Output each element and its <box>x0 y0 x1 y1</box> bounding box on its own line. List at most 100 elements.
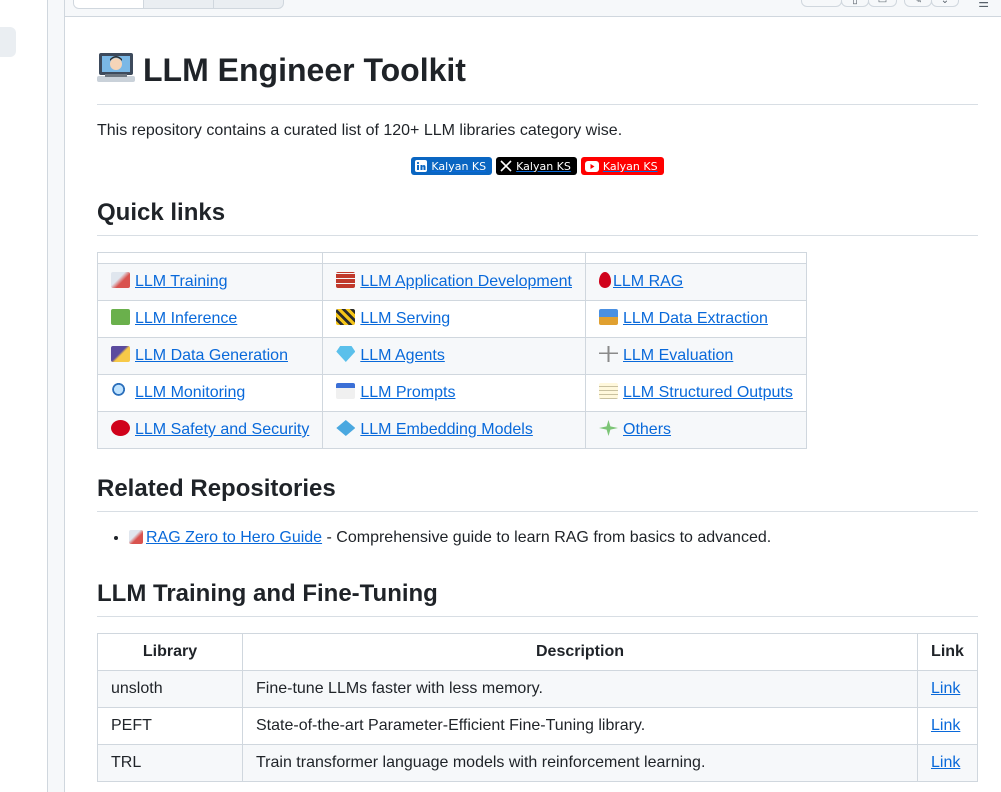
sparkle-icon <box>599 420 618 436</box>
library-link-cell: Link <box>917 707 978 745</box>
diamond-dot-icon <box>336 420 356 436</box>
link-llm-application-development[interactable]: LLM Application Development <box>336 272 572 290</box>
link-llm-evaluation[interactable]: LLM Evaluation <box>599 346 733 364</box>
social-badges: Kalyan KS Kalyan KS Kalyan KS <box>97 157 978 175</box>
table-cell: LLM Training <box>96 263 324 301</box>
table-row: LLM Data Generation LLM Agents LLM Evalu… <box>96 337 807 375</box>
link-llm-monitoring[interactable]: LLM Monitoring <box>111 383 246 401</box>
view-mode-toggle <box>73 0 284 9</box>
library-link[interactable]: Link <box>931 754 960 771</box>
table-cell: LLM Serving <box>322 300 586 338</box>
link-label: LLM Serving <box>360 310 451 327</box>
x-badge[interactable]: Kalyan KS <box>496 157 577 175</box>
table-row: PEFT State-of-the-art Parameter-Efficien… <box>97 707 978 745</box>
shooting-star-icon <box>111 346 130 362</box>
x-badge-label: Kalyan KS <box>516 159 571 173</box>
link-llm-inference[interactable]: LLM Inference <box>111 309 237 327</box>
link-label: LLM RAG <box>613 273 684 290</box>
related-list: RAG Zero to Hero Guide - Comprehensive g… <box>97 526 978 550</box>
link-llm-prompts[interactable]: LLM Prompts <box>336 383 456 401</box>
link-llm-safety-and-security[interactable]: LLM Safety and Security <box>111 420 310 438</box>
table-cell: LLM Agents <box>322 337 586 375</box>
table-row: LLM Inference LLM Serving LLM Data Extra… <box>96 300 807 338</box>
youtube-icon <box>584 160 599 172</box>
table-cell: LLM RAG <box>585 263 807 301</box>
table-cell: LLM Safety and Security <box>96 411 324 449</box>
file-toolbar: ▯ ▭ ✎ ⌄ ☰ <box>65 0 1001 17</box>
youtube-badge-label: Kalyan KS <box>602 159 658 173</box>
green-square-icon <box>111 309 130 325</box>
table-cell: LLM Data Generation <box>96 337 324 375</box>
link-label: LLM Data Extraction <box>623 310 768 327</box>
copy-icon[interactable]: ▯ <box>841 0 869 7</box>
library-description: Train transformer language models with r… <box>242 744 918 782</box>
youtube-badge[interactable]: Kalyan KS <box>580 157 664 175</box>
library-description: State-of-the-art Parameter-Efficient Fin… <box>242 707 918 745</box>
column-header-description: Description <box>242 633 918 671</box>
header-cell <box>585 252 807 264</box>
memo-icon <box>599 383 618 399</box>
link-label: Others <box>623 421 672 438</box>
calendar-icon <box>336 383 356 399</box>
preview-tab[interactable] <box>74 0 144 8</box>
quick-links-table: LLM Training LLM Application Development… <box>96 252 807 449</box>
rag-zero-to-hero-link[interactable]: RAG Zero to Hero Guide <box>146 529 322 546</box>
library-link[interactable]: Link <box>931 680 960 697</box>
training-libraries-table: Library Description Link unsloth Fine-tu… <box>97 633 978 782</box>
blame-tab[interactable] <box>214 0 283 8</box>
link-label: LLM Safety and Security <box>135 421 310 438</box>
training-heading: LLM Training and Fine-Tuning <box>97 576 978 617</box>
download-icon[interactable]: ▭ <box>868 0 897 7</box>
quick-links-header-row <box>96 252 807 264</box>
code-tab[interactable] <box>144 0 214 8</box>
link-label: LLM Monitoring <box>135 384 246 401</box>
library-link[interactable]: Link <box>931 717 960 734</box>
construction-icon <box>336 309 356 325</box>
library-name: TRL <box>97 744 243 782</box>
link-llm-training[interactable]: LLM Training <box>111 272 228 290</box>
table-row: LLM Safety and Security LLM Embedding Mo… <box>96 411 807 449</box>
link-llm-data-extraction[interactable]: LLM Data Extraction <box>599 309 768 327</box>
link-llm-agents[interactable]: LLM Agents <box>336 346 445 364</box>
outline-icon[interactable]: ☰ <box>978 0 989 10</box>
sidebar-toggle[interactable] <box>0 27 16 57</box>
table-cell: LLM Prompts <box>322 374 586 412</box>
linkedin-badge-label: Kalyan KS <box>431 159 487 173</box>
link-others[interactable]: Others <box>599 420 672 438</box>
link-label: LLM Training <box>135 273 228 290</box>
intro-text: This repository contains a curated list … <box>97 122 623 139</box>
library-description: Fine-tune LLMs faster with less memory. <box>242 670 918 708</box>
technologist-icon <box>97 53 135 82</box>
table-cell: LLM Structured Outputs <box>585 374 807 412</box>
table-cell: LLM Evaluation <box>585 337 807 375</box>
edit-icon[interactable]: ✎ <box>904 0 932 7</box>
table-header-row: Library Description Link <box>97 633 978 671</box>
related-description: - Comprehensive guide to learn RAG from … <box>322 529 772 546</box>
page-title: LLM Engineer Toolkit <box>97 44 978 105</box>
table-cell: LLM Inference <box>96 300 324 338</box>
raw-button[interactable] <box>801 0 842 7</box>
page-title-text: LLM Engineer Toolkit <box>143 52 466 88</box>
linkedin-badge[interactable]: Kalyan KS <box>411 157 493 175</box>
table-row: LLM Training LLM Application Development… <box>96 263 807 301</box>
related-repositories-heading: Related Repositories <box>97 471 978 512</box>
balance-scale-icon <box>599 346 618 362</box>
link-llm-data-generation[interactable]: LLM Data Generation <box>111 346 288 364</box>
link-llm-embedding-models[interactable]: LLM Embedding Models <box>336 420 533 438</box>
link-label: LLM Application Development <box>360 273 572 290</box>
linkedin-icon <box>415 160 428 172</box>
header-cell <box>96 252 324 264</box>
quick-links-heading: Quick links <box>97 195 978 236</box>
link-label: LLM Prompts <box>360 384 456 401</box>
gem-icon <box>336 346 356 362</box>
link-llm-rag[interactable]: LLM RAG <box>599 272 684 290</box>
link-label: LLM Embedding Models <box>360 421 533 438</box>
table-cell: LLM Application Development <box>322 263 586 301</box>
link-llm-serving[interactable]: LLM Serving <box>336 309 451 327</box>
column-header-link: Link <box>917 633 978 671</box>
more-options-icon[interactable]: ⌄ <box>931 0 959 7</box>
link-llm-structured-outputs[interactable]: LLM Structured Outputs <box>599 383 793 401</box>
link-label: LLM Structured Outputs <box>623 384 793 401</box>
library-link-cell: Link <box>917 670 978 708</box>
magnifier-icon <box>111 383 130 399</box>
